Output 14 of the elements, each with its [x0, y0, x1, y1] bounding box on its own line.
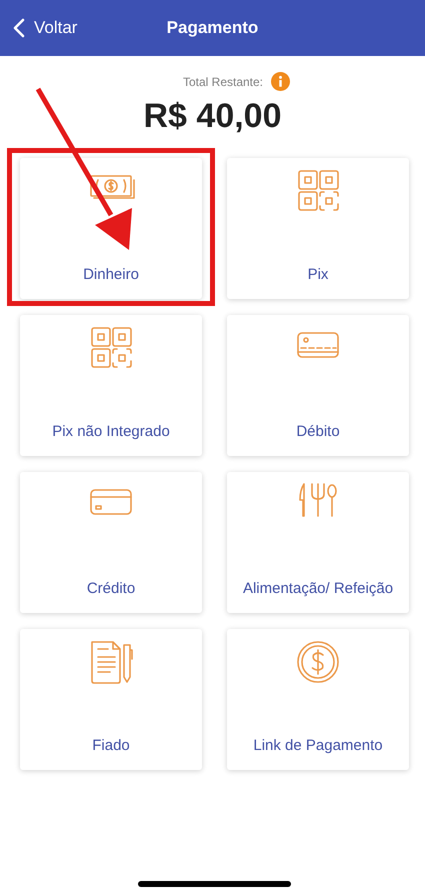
back-chevron-icon	[13, 18, 25, 38]
payment-option-card[interactable]: Débito	[227, 315, 409, 456]
total-amount: R$ 40,00	[144, 97, 282, 136]
back-button[interactable]: Voltar	[7, 14, 84, 42]
payment-option-card[interactable]: Pix	[227, 158, 409, 299]
payment-option-card[interactable]: Dinheiro	[20, 158, 202, 299]
total-label: Total Restante:	[182, 74, 264, 88]
payment-option-card[interactable]: Alimentação/ Refeição	[227, 472, 409, 613]
payment-option-card[interactable]: Fiado	[20, 629, 202, 770]
screen-title: Pagamento	[166, 18, 258, 38]
payment-option-card[interactable]: Crédito	[20, 472, 202, 613]
info-icon[interactable]	[271, 72, 290, 91]
payment-option-card[interactable]: Pix não Integrado	[20, 315, 202, 456]
payment-option-card[interactable]: Link de Pagamento	[227, 629, 409, 770]
